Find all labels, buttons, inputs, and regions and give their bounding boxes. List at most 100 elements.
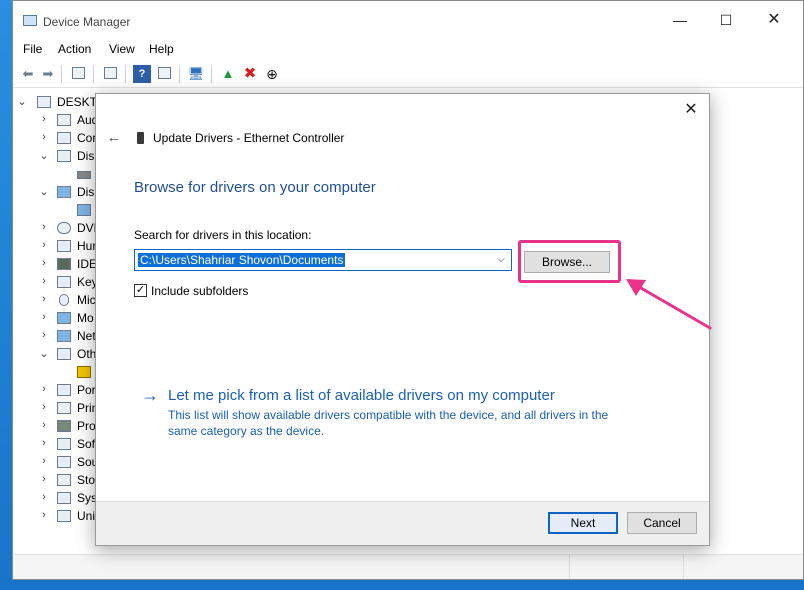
close-button[interactable]: ✕ <box>751 1 797 39</box>
cancel-button[interactable]: Cancel <box>627 512 697 534</box>
menu-view[interactable]: View <box>109 42 135 56</box>
keyboard-icon <box>57 276 71 288</box>
toolbar-separator <box>211 65 212 83</box>
warning-icon <box>77 366 91 378</box>
audio-icon <box>57 114 71 126</box>
annotation-arrow <box>626 279 712 330</box>
maximize-button[interactable]: ☐ <box>703 1 749 39</box>
menu-file[interactable]: File <box>23 42 42 56</box>
browse-button[interactable]: Browse... <box>524 251 610 273</box>
window-title: Device Manager <box>43 15 131 29</box>
chevron-right-icon[interactable]: › <box>39 221 49 233</box>
chevron-right-icon[interactable]: › <box>39 509 49 521</box>
update-driver-icon[interactable]: ▲ <box>219 65 237 83</box>
network-adapter-icon <box>137 132 144 144</box>
chevron-right-icon[interactable]: › <box>39 275 49 287</box>
chevron-right-icon[interactable]: › <box>39 455 49 467</box>
tree-item-label: Sof <box>77 437 96 451</box>
tree-item-label: Uni <box>77 509 96 523</box>
arrow-right-icon[interactable]: → <box>141 385 159 405</box>
ide-icon <box>57 258 71 270</box>
tree-item-label: Cor <box>77 131 97 145</box>
menu-help[interactable]: Help <box>149 42 174 56</box>
storage-icon <box>57 474 71 486</box>
tree-item-label: Net <box>77 329 96 343</box>
chevron-right-icon[interactable]: › <box>39 329 49 341</box>
toolbar-separator <box>93 65 94 83</box>
chevron-right-icon[interactable]: › <box>39 113 49 125</box>
toolbar-separator <box>125 65 126 83</box>
chevron-right-icon[interactable]: › <box>39 383 49 395</box>
network-icon <box>57 330 71 342</box>
toolbar: ⬅ ➡ ? 🖥 ▲ ✖ ⊕ <box>13 61 803 88</box>
tree-item-label: Mic <box>77 293 96 307</box>
display-icon <box>57 186 71 198</box>
processor-icon <box>57 420 71 432</box>
help-icon[interactable]: ? <box>133 65 151 83</box>
tree-item-label: Sys <box>77 491 98 505</box>
pick-driver-link[interactable]: Let me pick from a list of available dri… <box>168 387 555 404</box>
dialog-close-button[interactable]: ✕ <box>681 100 701 120</box>
printer-icon <box>57 402 71 414</box>
driver-path-value[interactable]: C:\Users\Shahriar Shovon\Documents <box>138 253 346 267</box>
next-button[interactable]: Next <box>548 512 618 534</box>
chevron-down-icon[interactable]: ⌄ <box>39 149 49 162</box>
toolbar-separator <box>179 65 180 83</box>
mouse-icon <box>59 294 69 306</box>
scan-icon[interactable]: 🖥 <box>187 65 205 83</box>
usb-icon <box>57 510 71 522</box>
dialog-heading: Browse for drivers on your computer <box>134 179 376 196</box>
chevron-right-icon[interactable]: › <box>39 473 49 485</box>
back-arrow-icon[interactable]: ← <box>104 128 124 148</box>
include-subfolders-checkbox[interactable]: ✓ <box>134 284 147 297</box>
computer-icon <box>37 96 51 108</box>
chevron-right-icon[interactable]: › <box>39 239 49 251</box>
dvd-icon <box>57 222 71 234</box>
tree-item-label: Mo <box>77 311 94 325</box>
tree-item-label: Oth <box>77 347 97 361</box>
dialog-header: Update Drivers - Ethernet Controller <box>153 131 345 145</box>
chevron-down-icon[interactable]: ⌄ <box>39 347 49 360</box>
chevron-right-icon[interactable]: › <box>39 401 49 413</box>
uninstall-icon[interactable]: ✖ <box>241 65 259 83</box>
tree-item-label: Sto <box>77 473 96 487</box>
chevron-down-icon[interactable]: ⌄ <box>39 185 49 198</box>
title-bar[interactable]: Device Manager — ☐ ✕ <box>13 1 803 39</box>
monitor-icon <box>57 312 71 324</box>
chevron-right-icon[interactable]: › <box>39 491 49 503</box>
list-icon[interactable] <box>101 65 119 83</box>
search-location-label: Search for drivers in this location: <box>134 228 312 242</box>
status-bar <box>13 554 803 579</box>
software-icon <box>57 438 71 450</box>
back-icon[interactable]: ⬅ <box>19 65 37 83</box>
driver-path-combobox[interactable]: C:\Users\Shahriar Shovon\Documents ⌵ <box>134 249 512 271</box>
sound-icon <box>57 456 71 468</box>
disk-icon <box>57 150 71 162</box>
tree-item-label: IDE <box>77 257 98 271</box>
chevron-right-icon[interactable]: › <box>39 419 49 431</box>
hid-icon <box>57 240 71 252</box>
tree-item-label: Hur <box>77 239 97 253</box>
chevron-right-icon[interactable]: › <box>39 293 49 305</box>
device-manager-icon <box>23 15 37 26</box>
menu-bar: File Action View Help <box>13 39 803 59</box>
chevron-down-icon[interactable]: ⌄ <box>17 95 27 108</box>
menu-action[interactable]: Action <box>58 42 91 56</box>
chevron-right-icon[interactable]: › <box>39 257 49 269</box>
include-subfolders-label[interactable]: Include subfolders <box>151 284 248 298</box>
computer-icon <box>57 132 71 144</box>
chevron-right-icon[interactable]: › <box>39 311 49 323</box>
disable-icon[interactable]: ⊕ <box>263 65 281 83</box>
disk-drive-icon <box>77 171 91 179</box>
system-icon <box>57 492 71 504</box>
minimize-button[interactable]: — <box>657 1 703 39</box>
display-adapter-icon <box>77 204 91 216</box>
tree-item-label: Por <box>77 383 96 397</box>
chevron-down-icon[interactable]: ⌵ <box>493 250 509 270</box>
view-icon[interactable] <box>155 65 173 83</box>
properties-icon[interactable] <box>69 65 87 83</box>
dialog-footer: Next Cancel <box>96 501 709 545</box>
forward-icon[interactable]: ➡ <box>39 65 57 83</box>
chevron-right-icon[interactable]: › <box>39 437 49 449</box>
chevron-right-icon[interactable]: › <box>39 131 49 143</box>
